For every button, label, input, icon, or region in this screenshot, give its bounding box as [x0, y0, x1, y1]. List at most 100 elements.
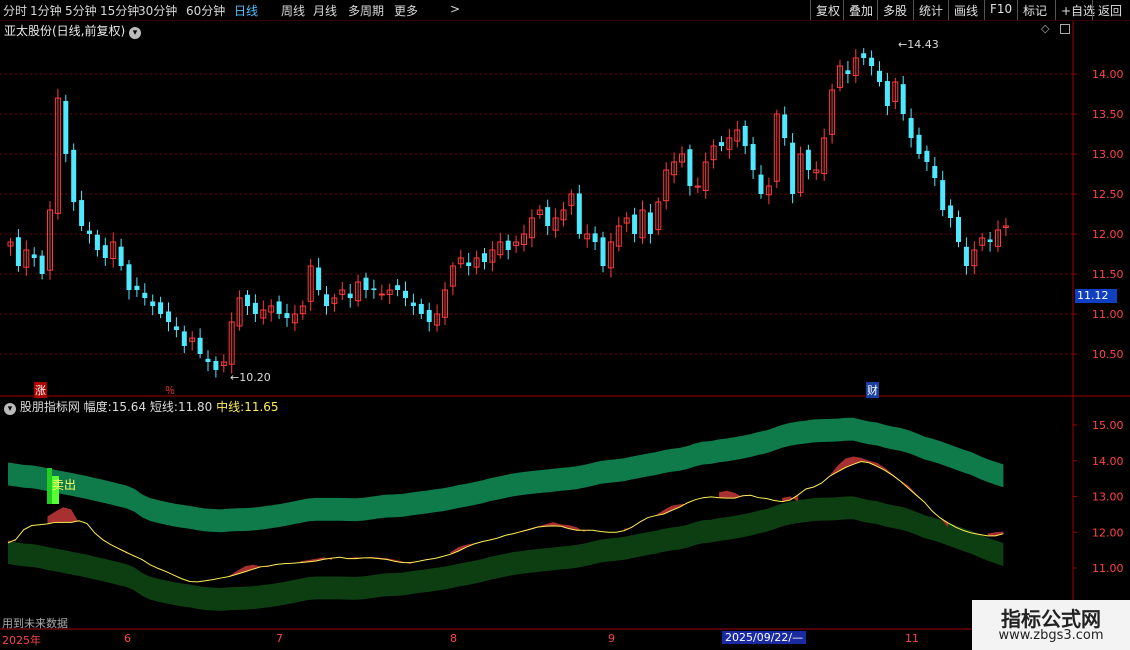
- candle-body-down: [758, 174, 764, 194]
- price-tick-label: 12.00: [1092, 228, 1124, 241]
- candle-body-down: [173, 326, 179, 330]
- price-tick-label: 13.00: [1092, 148, 1124, 161]
- candle-body-down: [276, 301, 282, 314]
- high-price-value: 14.43: [907, 38, 939, 51]
- candle-body-down: [410, 302, 416, 306]
- candle-body-down: [15, 237, 21, 266]
- amplitude-label: 幅度:: [83, 400, 112, 414]
- short-value: 11.80: [177, 400, 213, 414]
- period-tab[interactable]: 日线: [234, 2, 258, 19]
- toolbar-button[interactable]: 多股: [877, 0, 912, 20]
- candle-body-down: [750, 144, 756, 170]
- candlestick-series: [7, 48, 1009, 378]
- period-tab[interactable]: 分时: [3, 2, 27, 19]
- price-tick-label: 13.50: [1092, 108, 1124, 121]
- price-tick-label: 12.50: [1092, 188, 1124, 201]
- period-tab[interactable]: 30分钟: [138, 2, 177, 19]
- time-cursor-date: 2025/09/22/—: [722, 631, 807, 644]
- time-label-year: 2025年: [2, 634, 41, 647]
- period-tab[interactable]: 月线: [313, 2, 337, 19]
- period-tab[interactable]: 5分钟: [65, 2, 97, 19]
- candle-body-down: [940, 180, 946, 210]
- period-tab[interactable]: 60分钟: [186, 2, 225, 19]
- candle-body-down: [150, 301, 156, 306]
- candle-body-down: [197, 337, 203, 354]
- candle-body-down: [118, 246, 124, 266]
- chevron-down-icon[interactable]: ▾: [4, 403, 16, 415]
- candle-body-down: [647, 212, 653, 234]
- candle-body-down: [79, 200, 85, 226]
- window-toggle-icon[interactable]: [1060, 24, 1070, 34]
- stock-title-text: 亚太股份(日线,前复权): [4, 24, 126, 38]
- candle-body-down: [576, 193, 582, 234]
- toolbar-button[interactable]: 标记: [1017, 0, 1052, 20]
- candle-body-down: [482, 253, 487, 262]
- candle-body-down: [395, 285, 401, 290]
- candle-body-down: [600, 237, 606, 266]
- candle-body-down: [632, 214, 638, 234]
- price-tick-label: 11.50: [1092, 268, 1124, 281]
- period-tab[interactable]: 1分钟: [30, 2, 62, 19]
- indicator-header: ▾ 股朋指标网 幅度:15.64 短线:11.80 中线:11.65: [4, 398, 279, 415]
- candle-body-down: [205, 358, 211, 362]
- candle-body-down: [869, 57, 875, 66]
- indicator-axis: 15.00 14.00 13.00 12.00 11.00: [1073, 419, 1124, 575]
- watermark-url: www.zbgs3.com: [998, 628, 1104, 643]
- price-tick-label: 11.00: [1092, 308, 1124, 321]
- candle-body-down: [916, 134, 922, 154]
- price-tick-label: 14.00: [1092, 68, 1124, 81]
- chart-canvas: 14.00 13.50 13.00 12.50 12.00 11.50 11.00 10.50…: [0, 21, 1130, 630]
- period-tab[interactable]: 15分钟: [100, 2, 139, 19]
- candle-body-down: [948, 205, 954, 218]
- candle-body-down: [284, 313, 290, 318]
- candle-body-down: [956, 217, 961, 242]
- indicator-name: 股朋指标网: [19, 400, 80, 414]
- mid-label: 中线:: [216, 400, 245, 414]
- indicator-tick-label: 14.00: [1092, 455, 1124, 468]
- candle-body-down: [545, 207, 551, 226]
- watermark-logo: 指标公式网 www.zbgs3.com: [972, 600, 1130, 650]
- candle-body-down: [245, 294, 250, 306]
- candle-body-down: [963, 246, 969, 266]
- toolbar-button[interactable]: 复权: [810, 0, 845, 20]
- short-label: 短线:: [149, 400, 178, 414]
- candle-body-down: [181, 331, 187, 346]
- event-marker-finance[interactable]: 财: [866, 382, 879, 398]
- candle-body-down: [158, 302, 164, 314]
- candle-body-down: [71, 149, 77, 202]
- chevron-right-icon[interactable]: >: [450, 2, 460, 16]
- toolbar-button[interactable]: 叠加: [843, 0, 878, 20]
- candle-body-down: [63, 100, 69, 154]
- candle-body-down: [347, 293, 353, 298]
- future-data-warning: 用到未来数据: [2, 617, 68, 630]
- candle-body-down: [742, 125, 748, 146]
- candle-body-down: [166, 311, 171, 322]
- candle-body-down: [505, 240, 511, 250]
- chevron-down-icon[interactable]: ▾: [129, 27, 142, 39]
- candle-body-down: [418, 303, 424, 314]
- diamond-icon[interactable]: ◇: [1041, 22, 1049, 35]
- candle-body-down: [371, 288, 377, 290]
- event-marker-percent[interactable]: ％: [165, 382, 175, 397]
- toolbar-button[interactable]: F10: [984, 0, 1017, 20]
- toolbar-button[interactable]: 画线: [948, 0, 983, 20]
- time-label-8: 8: [450, 632, 457, 645]
- price-axis: 14.00 13.50 13.00 12.50 12.00 11.50 11.00 10.50: [1073, 68, 1124, 361]
- toolbar-button[interactable]: 返回: [1092, 0, 1127, 20]
- candle-body-down: [142, 292, 148, 298]
- indicator-tick-label: 11.00: [1092, 562, 1124, 575]
- candle-body-down: [102, 245, 108, 258]
- toolbar-button[interactable]: 统计: [913, 0, 948, 20]
- candle-body-down: [900, 84, 906, 114]
- time-label-9: 9: [608, 632, 615, 645]
- period-tab[interactable]: 更多: [394, 2, 418, 19]
- period-tab[interactable]: 周线: [281, 2, 305, 19]
- candle-body-down: [466, 262, 472, 266]
- event-marker-rise[interactable]: 涨: [34, 382, 47, 398]
- period-tab[interactable]: 多周期: [348, 2, 384, 19]
- candle-body-down: [884, 81, 890, 106]
- candle-body-down: [782, 114, 788, 138]
- candle-body-up: [378, 293, 385, 296]
- indicator-tick-label: 13.00: [1092, 491, 1124, 504]
- candle-body-down: [592, 233, 598, 242]
